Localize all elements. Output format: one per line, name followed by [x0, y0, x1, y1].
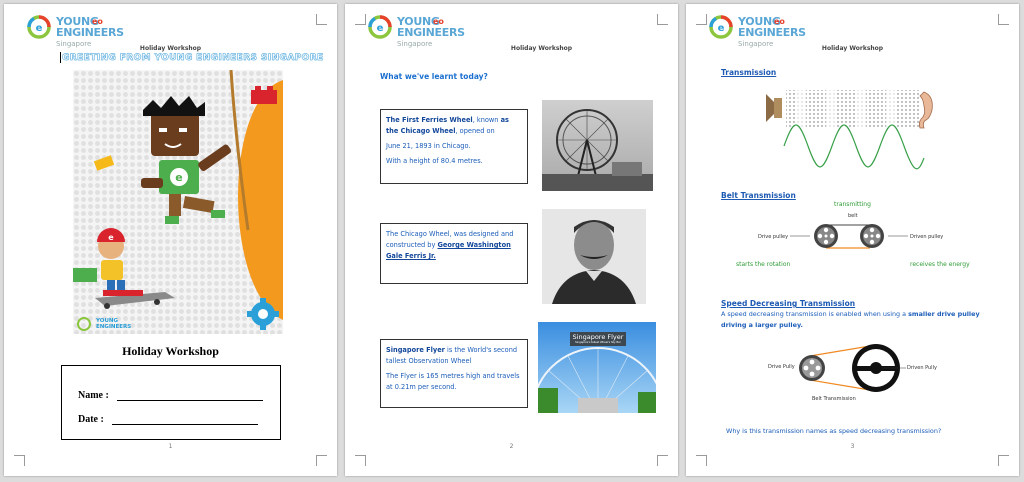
document-page-2: e YOUNG eo ENGINEERS Singapore Holiday W…: [345, 4, 678, 476]
box1-line2: June 21, 1893 in Chicago.: [386, 142, 471, 150]
logo-e-icon: e: [709, 15, 733, 39]
name-field[interactable]: [116, 392, 263, 401]
cover-logo-text: YOUNG ENGINEERS: [96, 318, 132, 330]
belt-pulley-diagram: [790, 224, 908, 249]
driven-pulley-label: Driven pulley: [910, 234, 944, 240]
singapore-flyer-photo: Singapore Flyer Singapore's tallest Whee…: [538, 322, 656, 413]
date-row: Date :: [78, 414, 258, 425]
drive-pulley-label: Drive pulley: [758, 234, 789, 240]
page-number: 2: [509, 443, 514, 450]
drive-pully-label: Drive Pully: [768, 364, 795, 370]
sound-wave-diagram: [766, 90, 933, 170]
belt-transmission-label: Belt Transmission: [812, 396, 856, 402]
crop-mark: [696, 455, 707, 466]
logo-e-icon: e: [368, 15, 392, 39]
crop-mark: [696, 14, 707, 25]
crop-mark: [355, 14, 366, 25]
svg-text:e: e: [718, 23, 725, 34]
cover-illustration: e e YOUNG ENGINEERS: [73, 70, 283, 334]
document-page-3: e YOUNG eo ENGINEERS Singapore Holiday W…: [686, 4, 1019, 476]
name-date-form: Name : Date :: [61, 365, 281, 440]
crop-mark: [657, 455, 668, 466]
speed-decreasing-diagram: [799, 344, 906, 392]
crop-mark: [316, 455, 327, 466]
date-label: Date :: [78, 414, 104, 425]
crop-mark: [14, 455, 25, 466]
young-engineers-logo: e YOUNG eo ENGINEERS Singapore: [26, 12, 136, 48]
review-question: What we've learnt today?: [380, 72, 488, 81]
text-cursor: [60, 52, 61, 63]
page3-question: Why is this transmission names as speed …: [726, 427, 942, 435]
logo-eo-mark: eo: [92, 17, 103, 26]
page-number: 1: [168, 443, 173, 450]
box2-text: The Chicago Wheel, was designed and cons…: [386, 230, 514, 260]
young-engineers-logo: e YOUNG eo ENGINEERS Singapore: [367, 12, 477, 48]
singapore-flyer-textbox: Singapore Flyer is the World's second ta…: [380, 339, 528, 408]
logo-e-icon: e: [27, 15, 51, 39]
belt-transmission-title: Belt Transmission: [721, 191, 796, 200]
logo-eo-mark: eo: [433, 17, 444, 26]
speed-decreasing-title: Speed Decreasing Transmission: [721, 299, 856, 308]
logo-line-2: ENGINEERS: [397, 26, 465, 39]
box1-line3: With a height of 80.4 metres.: [386, 157, 483, 165]
page-number: 3: [850, 443, 855, 450]
chicago-ferris-wheel-photo: [542, 100, 653, 191]
ferris-portrait-photo: [542, 209, 646, 304]
svg-text:e: e: [377, 23, 384, 34]
logo-line-2: ENGINEERS: [56, 26, 124, 39]
transmitting-label: transmitting: [834, 201, 871, 208]
flyer-sign: Singapore Flyer Singapore's tallest Whee…: [570, 332, 626, 346]
date-field[interactable]: [111, 416, 258, 425]
receives-energy-label: receives the energy: [910, 261, 970, 268]
name-label: Name :: [78, 390, 109, 401]
transmission-title: Transmission: [721, 68, 777, 77]
logo-line-2: ENGINEERS: [738, 26, 806, 39]
svg-text:e: e: [36, 23, 43, 34]
svg-text:e: e: [108, 233, 114, 242]
box3-line2: The Flyer is 165 metres high and travels…: [386, 372, 520, 391]
document-page-1: e YOUNG eo ENGINEERS Singapore Holiday W…: [4, 4, 337, 476]
crop-mark: [355, 455, 366, 466]
svg-text:e: e: [175, 171, 182, 184]
box3-line1: Singapore Flyer is the World's second ta…: [386, 346, 518, 365]
crop-mark: [657, 14, 668, 25]
flyer-sign-subtitle: Singapore's tallest Wheel's Sky Bar: [575, 341, 621, 344]
crop-mark: [316, 14, 327, 25]
page-header: Holiday Workshop: [510, 45, 573, 52]
page-header: Holiday Workshop: [139, 45, 202, 52]
greeting-title: GREETING FROM YOUNG ENGINEERS SINGAPORE: [62, 53, 324, 64]
name-row: Name :: [78, 390, 263, 401]
crop-mark: [998, 455, 1009, 466]
crop-mark: [998, 14, 1009, 25]
starts-rotation-label: starts the rotation: [736, 261, 791, 268]
box1-line1: The First Ferries Wheel, known as the Ch…: [386, 116, 509, 135]
chicago-wheel-textbox: The First Ferries Wheel, known as the Ch…: [380, 109, 528, 184]
young-engineers-logo: e YOUNG eo ENGINEERS Singapore: [708, 12, 818, 48]
workshop-title: Holiday Workshop: [122, 344, 219, 358]
page-header: Holiday Workshop: [821, 45, 884, 52]
cover-art: e e: [73, 70, 283, 331]
designer-textbox: The Chicago Wheel, was designed and cons…: [380, 223, 528, 284]
logo-eo-mark: eo: [774, 17, 785, 26]
flyer-sign-title: Singapore Flyer: [572, 333, 624, 341]
speed-decreasing-description: A speed decreasing transmission is enabl…: [721, 310, 980, 329]
driven-pully-label: Driven Pully: [907, 365, 937, 371]
